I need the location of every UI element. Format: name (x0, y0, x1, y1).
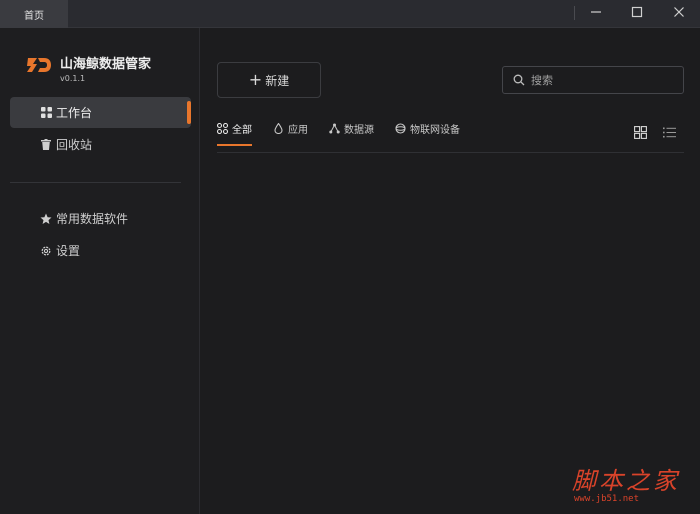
sidebar-item-workbench[interactable]: 工作台 (10, 97, 191, 128)
grid-icon (40, 107, 52, 119)
list-view-icon (662, 127, 676, 137)
sidebar-divider (10, 182, 181, 183)
device-icon (395, 122, 406, 134)
tab-iot-devices[interactable]: 物联网设备 (395, 118, 460, 138)
maximize-icon (631, 6, 643, 18)
tab-all[interactable]: 全部 (217, 118, 252, 146)
tab-label: 应用 (288, 124, 308, 136)
maximize-button[interactable] (617, 0, 657, 24)
tab-label: 全部 (232, 124, 252, 136)
drop-icon (273, 122, 284, 134)
sidebar-item-settings[interactable]: 设置 (10, 235, 191, 266)
tab-datasource[interactable]: 数据源 (329, 118, 374, 138)
plus-icon: + (248, 70, 263, 89)
star-icon (40, 213, 52, 225)
apps-icon (217, 122, 228, 134)
new-button[interactable]: + 新建 (217, 62, 321, 98)
nodes-icon (329, 123, 340, 134)
app-name: 山海鲸数据管家 (60, 57, 152, 72)
tab-home[interactable]: 首页 (0, 0, 68, 28)
tabs-divider (217, 152, 684, 153)
sidebar: 山海鲸数据管家 v0.1.1 工作台 回收站 常用数据软件 设置 (0, 28, 200, 514)
active-indicator (187, 101, 191, 124)
title-bar: 首页 (0, 0, 700, 28)
sidebar-item-label: 工作台 (56, 106, 93, 120)
tab-apps[interactable]: 应用 (273, 118, 308, 138)
app-version: v0.1.1 (60, 74, 86, 83)
new-button-label: 新建 (265, 73, 290, 88)
sidebar-item-common-software[interactable]: 常用数据软件 (10, 203, 191, 234)
sidebar-item-label: 常用数据软件 (56, 212, 129, 226)
list-view-button[interactable] (662, 125, 676, 139)
sidebar-item-label: 设置 (56, 244, 81, 258)
trash-icon (40, 139, 52, 151)
tab-label: 物联网设备 (410, 124, 460, 136)
grid-view-button[interactable] (633, 125, 647, 139)
close-button[interactable] (659, 0, 699, 24)
watermark-url: www.jb51.net (574, 494, 640, 504)
sidebar-item-label: 回收站 (56, 138, 93, 152)
sidebar-item-recycle-bin[interactable]: 回收站 (10, 129, 191, 160)
gear-icon (40, 245, 52, 257)
category-tabs: 全部 应用 数据源 物联网设备 (217, 118, 481, 146)
close-icon (674, 7, 684, 17)
app-logo-icon (27, 58, 51, 72)
tab-label: 数据源 (344, 124, 374, 136)
minimize-button[interactable] (576, 0, 616, 24)
grid-view-icon (633, 125, 647, 139)
watermark: 脚本之家 www.jb51.net (572, 468, 694, 508)
brand: 山海鲸数据管家 v0.1.1 (26, 55, 152, 83)
search-icon (513, 74, 525, 86)
search-box[interactable] (502, 66, 684, 94)
titlebar-divider (574, 6, 575, 20)
search-input[interactable] (531, 73, 671, 87)
minimize-icon (591, 11, 601, 13)
watermark-text: 脚本之家 (572, 467, 680, 495)
